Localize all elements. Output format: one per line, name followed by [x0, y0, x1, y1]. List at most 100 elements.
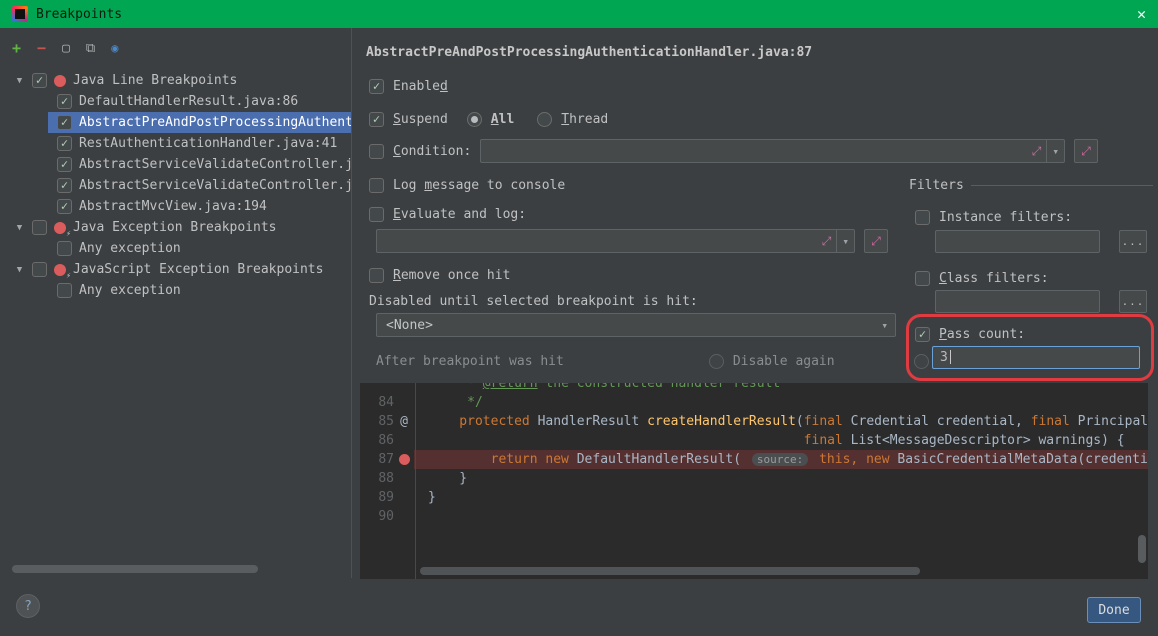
log-message-checkbox[interactable]	[369, 178, 384, 193]
tree-item-any-exception-javascript[interactable]: Any exception	[0, 280, 351, 301]
tree-item-label: AbstractServiceValidateController.java:	[79, 157, 351, 172]
class-filters-row: Class filters:	[915, 269, 1049, 287]
breakpoint-checkbox[interactable]: ✓	[57, 94, 72, 109]
filters-section: Filters Instance filters: ... Class filt…	[905, 172, 1157, 387]
evaluate-label: Evaluate and log:	[393, 207, 526, 222]
breakpoint-checkbox[interactable]: ✓	[57, 136, 72, 151]
suspend-thread-label: Thread	[561, 112, 608, 127]
tree-item-abstractservicevalidate-1[interactable]: ✓ AbstractServiceValidateController.java…	[0, 154, 351, 175]
enabled-label: Enabled	[393, 79, 448, 94]
class-filters-label: Class filters:	[939, 271, 1049, 286]
breakpoint-checkbox[interactable]	[57, 283, 72, 298]
instance-filters-more-button[interactable]: ...	[1119, 230, 1147, 253]
remove-once-checkbox[interactable]	[369, 268, 384, 283]
instance-filters-checkbox[interactable]	[915, 210, 930, 225]
editor-horizontal-scrollbar[interactable]	[420, 567, 920, 575]
expand-arrow-icon[interactable]: ▼	[14, 265, 25, 275]
breakpoint-checkbox[interactable]: ✓	[57, 115, 72, 130]
help-button[interactable]: ?	[16, 594, 40, 618]
breakpoint-checkbox[interactable]: ✓	[57, 178, 72, 193]
code-line-84: 84 */	[360, 393, 1148, 412]
breakpoint-dot-icon[interactable]	[399, 454, 410, 465]
breakpoint-checkbox[interactable]	[57, 241, 72, 256]
tree-item-label: JavaScript Exception Breakpoints	[73, 262, 323, 277]
log-message-row: Log message to console	[369, 173, 565, 197]
tree-item-any-exception-java[interactable]: Any exception	[0, 238, 351, 259]
pass-count-input[interactable]: 3	[932, 346, 1140, 369]
suspend-all-radio[interactable]	[467, 112, 482, 127]
expand-arrow-icon[interactable]: ▼	[14, 76, 25, 86]
suspend-row: ✓ Suspend All Thread	[369, 107, 608, 131]
tree-item-defaulthandlerresult[interactable]: ✓ DefaultHandlerResult.java:86	[0, 91, 351, 112]
suspend-thread-radio[interactable]	[537, 112, 552, 127]
evaluate-checkbox[interactable]	[369, 207, 384, 222]
code-line-89: 89 }	[360, 488, 1148, 507]
condition-row: Condition: ⤢ ▾ ⤢	[369, 139, 1098, 163]
tree-item-abstractservicevalidate-2[interactable]: ✓ AbstractServiceValidateController.java…	[0, 175, 351, 196]
group-checkbox[interactable]	[32, 262, 47, 277]
group-checkbox[interactable]	[32, 220, 47, 235]
filters-divider	[971, 185, 1153, 186]
code-editor[interactable]: * @return the constructed handler result…	[360, 383, 1148, 579]
condition-history-arrow-icon[interactable]: ▾	[1046, 140, 1064, 162]
remove-breakpoint-button[interactable]: −	[37, 41, 46, 56]
group-checkbox[interactable]: ✓	[32, 73, 47, 88]
toggle-grouping-button[interactable]: ◉	[111, 42, 118, 54]
class-filters-more-button[interactable]: ...	[1119, 290, 1147, 313]
condition-field[interactable]: ⤢ ▾	[480, 139, 1065, 163]
tree-group-javascript-exception-breakpoints[interactable]: ▼ ⚡ JavaScript Exception Breakpoints	[0, 259, 351, 280]
suspend-checkbox[interactable]: ✓	[369, 112, 384, 127]
add-breakpoint-button[interactable]: +	[12, 41, 21, 56]
evaluate-history-arrow-icon[interactable]: ▾	[836, 230, 854, 252]
tree-item-abstractpreandpost-selected[interactable]: ✓ AbstractPreAndPostProcessingAuthentica…	[0, 112, 351, 133]
instance-filters-field[interactable]	[935, 230, 1100, 253]
remove-once-label: Remove once hit	[393, 268, 510, 283]
tree-item-restauthenticationhandler[interactable]: ✓ RestAuthenticationHandler.java:41	[0, 133, 351, 154]
enabled-row: ✓ Enabled	[369, 74, 448, 98]
tree-group-java-line-breakpoints[interactable]: ▼ ✓ Java Line Breakpoints	[0, 70, 351, 91]
tree-item-label: Any exception	[79, 283, 181, 298]
tree-item-label: Java Line Breakpoints	[73, 73, 237, 88]
log-message-label: Log message to console	[393, 178, 565, 193]
tree-item-label: AbstractMvcView.java:194	[79, 199, 267, 214]
dependent-breakpoint-select[interactable]: <None> ▾	[376, 313, 896, 337]
instance-filters-row: Instance filters:	[915, 208, 1072, 226]
disable-again-radio[interactable]	[709, 354, 724, 369]
evaluate-field-row: ⤢ ▾ ⤢	[376, 229, 888, 253]
pass-count-value: 3	[940, 350, 948, 365]
tree-item-label: RestAuthenticationHandler.java:41	[79, 136, 337, 151]
tree-horizontal-scrollbar[interactable]	[12, 565, 258, 573]
code-line-86: 86 final List<MessageDescriptor> warning…	[360, 431, 1148, 450]
parameter-hint: source:	[752, 453, 808, 466]
filters-header: Filters	[909, 178, 1153, 193]
breakpoints-toolbar: + − ▢ ⧉ ◉	[0, 34, 351, 62]
exception-breakpoint-icon: ⚡	[54, 264, 66, 276]
enabled-checkbox[interactable]: ✓	[369, 79, 384, 94]
tree-group-java-exception-breakpoints[interactable]: ▼ ⚡ Java Exception Breakpoints	[0, 217, 351, 238]
breakpoint-checkbox[interactable]: ✓	[57, 199, 72, 214]
expression-icon: ⤢	[1027, 144, 1047, 159]
group-breakpoints-button[interactable]: ▢	[62, 42, 70, 55]
class-filters-checkbox[interactable]	[915, 271, 930, 286]
copy-breakpoint-button[interactable]: ⧉	[86, 42, 95, 55]
expand-arrow-icon[interactable]: ▼	[14, 223, 25, 233]
code-line-85: 85 @ protected HandlerResult createHandl…	[360, 412, 1148, 431]
evaluate-expand-button[interactable]: ⤢	[864, 229, 888, 253]
pass-count-label: Pass count:	[939, 327, 1025, 342]
breakpoint-checkbox[interactable]: ✓	[57, 157, 72, 172]
editor-vertical-scrollbar[interactable]	[1138, 535, 1146, 563]
pass-count-field-row: 3	[932, 348, 1140, 366]
class-filters-field[interactable]	[935, 290, 1100, 313]
window-title: Breakpoints	[36, 7, 122, 22]
combo-arrow-icon: ▾	[876, 314, 893, 336]
done-button[interactable]: Done	[1087, 597, 1141, 623]
editor-lines: * @return the constructed handler result…	[360, 383, 1148, 526]
evaluate-field[interactable]: ⤢ ▾	[376, 229, 855, 253]
tree-item-label: AbstractServiceValidateController.java:	[79, 178, 351, 193]
condition-expand-button[interactable]: ⤢	[1074, 139, 1098, 163]
pass-count-checkbox[interactable]: ✓	[915, 327, 930, 342]
close-icon[interactable]: ✕	[1137, 5, 1146, 23]
condition-checkbox[interactable]	[369, 144, 384, 159]
tree-item-label: AbstractPreAndPostProcessingAuthenticat	[79, 115, 351, 130]
tree-item-abstractmvcview[interactable]: ✓ AbstractMvcView.java:194	[0, 196, 351, 217]
